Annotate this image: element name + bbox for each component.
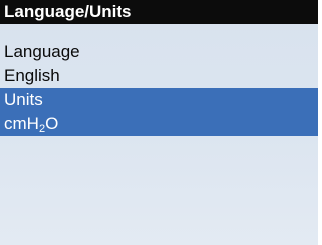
device-screen: Language/Units Language English Units cm… [0,0,318,245]
title-bar: Language/Units [0,0,318,24]
units-label: Units [4,90,43,109]
setting-units-value-row[interactable]: cmH2O [0,112,318,136]
setting-units-label-row[interactable]: Units [0,88,318,112]
setting-language-value-row[interactable]: English [0,64,318,88]
units-value: cmH2O [4,114,59,135]
language-value: English [4,66,60,85]
setting-language-label-row[interactable]: Language [0,40,318,64]
device-frame: Language/Units Language English Units cm… [0,0,322,245]
language-label: Language [4,42,80,61]
units-value-main: cmH [4,114,39,133]
units-value-tail: O [45,114,59,133]
screen-title: Language/Units [4,2,132,21]
